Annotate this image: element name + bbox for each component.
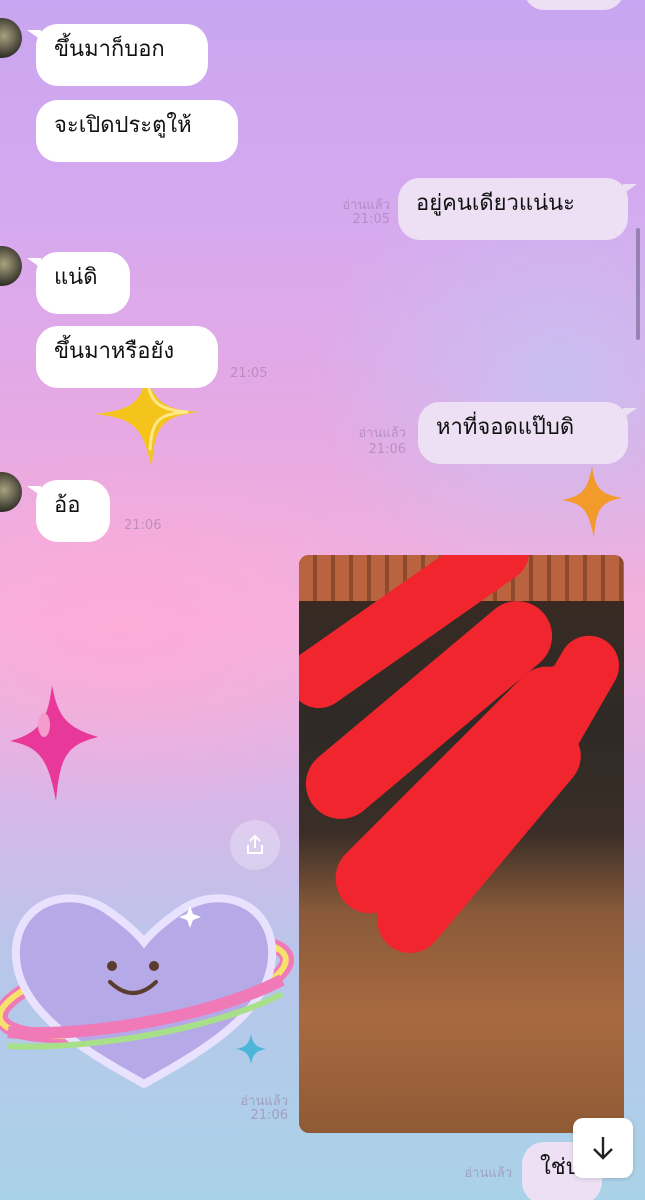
message-text: อ้อ (54, 493, 81, 518)
message-timestamp: 21:05 (352, 212, 390, 227)
scroll-to-bottom-button[interactable] (573, 1118, 633, 1178)
heart-planet-sticker (0, 894, 294, 1089)
read-receipt: อ่านแล้ว (464, 1166, 512, 1181)
message-text: ขึ้นมาก็บอก (54, 37, 165, 62)
contact-avatar[interactable] (0, 18, 22, 58)
contact-avatar[interactable] (0, 246, 22, 286)
arrow-down-icon (593, 1137, 613, 1160)
scrollbar[interactable] (636, 228, 640, 340)
message-text: ขึ้นมาหรือยัง (54, 339, 175, 364)
orange-sparkle-sticker (562, 466, 622, 538)
incoming-message-bubble[interactable]: อ้อ (27, 480, 110, 542)
message-text: อยู่คนเดียวแน่นะ (416, 191, 575, 216)
shared-photo[interactable] (299, 555, 624, 1133)
message-timestamp: 21:06 (250, 1108, 288, 1123)
incoming-message-bubble[interactable]: ขึ้นมาหรือยัง (36, 326, 218, 388)
incoming-message-bubble[interactable]: ขึ้นมาก็บอก (27, 24, 208, 86)
share-icon (247, 834, 263, 854)
contact-avatar[interactable] (0, 472, 22, 512)
message-timestamp: 21:06 (368, 442, 406, 457)
incoming-message-bubble[interactable]: จะเปิดประตูให้ (36, 100, 238, 162)
chat-screen[interactable]: ขึ้นมาก็บอก จะเปิดประตูให้ แน่ดิ ขึ้นมาห… (0, 0, 645, 1200)
message-timestamp: 21:06 (124, 518, 162, 533)
outgoing-message-bubble[interactable]: หาที่จอดแป๊บดิ (418, 402, 637, 464)
message-text: จะเปิดประตูให้ (54, 113, 192, 138)
outgoing-message-bubble[interactable]: อยู่คนเดียวแน่นะ (398, 178, 637, 240)
message-text: แน่ดิ (54, 265, 98, 290)
partial-message-bubble[interactable] (524, 0, 624, 10)
read-receipt: อ่านแล้ว (358, 426, 406, 441)
incoming-message-bubble[interactable]: แน่ดิ (27, 252, 130, 314)
share-button[interactable] (230, 820, 280, 870)
message-text: หาที่จอดแป๊บดิ (436, 415, 575, 440)
pink-sparkle-sticker (10, 685, 98, 801)
message-timestamp: 21:05 (230, 366, 268, 381)
